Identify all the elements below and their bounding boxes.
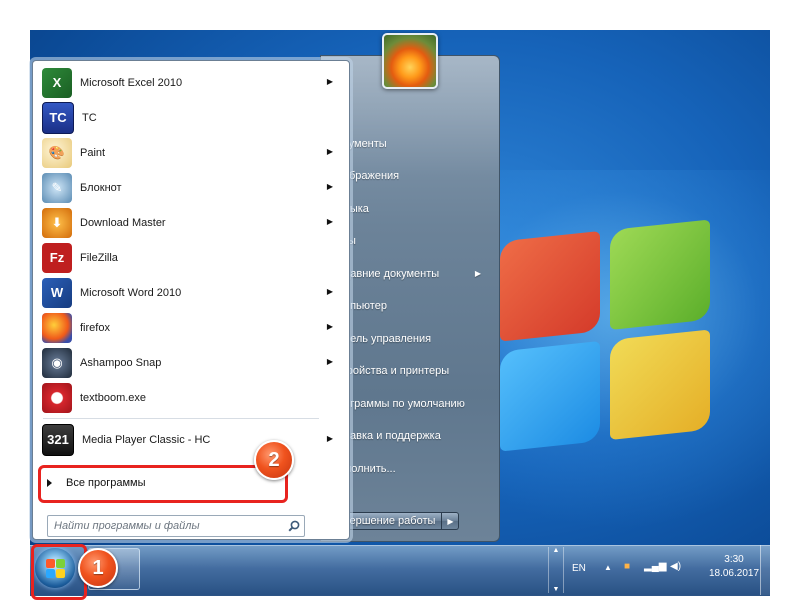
places-item[interactable]: Выполнить... — [330, 453, 495, 486]
user-avatar[interactable] — [382, 33, 438, 89]
total-commander-icon: TC — [42, 101, 74, 134]
excel-icon: X — [42, 67, 72, 98]
search-box[interactable] — [47, 515, 305, 537]
step-badge-1: 1 — [78, 548, 118, 588]
program-list: X Microsoft Excel 2010 ▶ TC TC 🎨 Paint ▶ ✎ Блокно… — [39, 65, 339, 457]
program-item[interactable]: ⬇ Download Master ▶ — [39, 205, 339, 240]
places-item[interactable]: Недавние документы ▶ — [330, 258, 495, 291]
submenu-arrow-icon: ▶ — [326, 147, 333, 156]
step-badge-2: 2 — [254, 440, 294, 480]
program-item[interactable]: 🎨 Paint ▶ — [39, 135, 339, 170]
places-item[interactable]: Панель управления — [330, 323, 495, 356]
submenu-arrow-icon: ▶ — [326, 287, 333, 296]
show-hidden-icons-icon[interactable]: ▲ — [604, 563, 612, 572]
download-master-icon: ⬇ — [42, 207, 72, 238]
places-item[interactable]: ПК — [330, 95, 495, 128]
volume-icon[interactable]: ◀) — [670, 561, 681, 572]
program-item[interactable]: W Microsoft Word 2010 ▶ — [39, 275, 339, 310]
submenu-arrow-icon: ▶ — [326, 217, 333, 226]
program-label: Download Master — [80, 216, 166, 229]
program-label: firefox — [80, 321, 110, 334]
program-list-separator — [43, 418, 319, 419]
program-label: Paint — [80, 146, 106, 159]
clock-date: 18.06.2017 — [708, 568, 760, 579]
search-input[interactable] — [52, 517, 284, 535]
places-item[interactable]: Музыка — [330, 193, 495, 226]
program-label: Microsoft Word 2010 — [80, 286, 182, 299]
clock-time: 3:30 — [724, 554, 744, 565]
submenu-arrow-icon: ▶ — [326, 322, 333, 331]
program-label: Ashampoo Snap — [80, 356, 162, 369]
ashampoo-snap-icon: ◉ — [42, 347, 72, 378]
system-tray: ▲ ▼ EN ▲ ■ ▂▄▆ ◀) 3:30 18.06.2017 — [548, 545, 770, 595]
shutdown-options-button[interactable]: ▶ — [442, 512, 460, 530]
program-item[interactable]: TC TC — [39, 100, 339, 135]
clock[interactable]: 3:30 18.06.2017 — [704, 553, 764, 581]
language-indicator[interactable]: EN — [572, 563, 586, 574]
textboom-icon — [42, 382, 72, 413]
firefox-icon — [42, 312, 72, 343]
submenu-arrow-icon: ▶ — [474, 268, 481, 278]
program-item[interactable]: ✎ Блокнот ▶ — [39, 170, 339, 205]
program-item[interactable]: X Microsoft Excel 2010 ▶ — [39, 65, 339, 100]
program-label: TC — [82, 111, 97, 124]
tray-scroll[interactable]: ▲ ▼ — [548, 547, 564, 593]
program-item[interactable]: firefox ▶ — [39, 310, 339, 345]
program-item[interactable]: textboom.exe — [39, 380, 339, 415]
filezilla-icon: Fz — [42, 242, 72, 273]
windows-wallpaper-logo — [500, 218, 720, 461]
media-player-classic-icon: 321 — [42, 423, 74, 456]
program-label: Блокнот — [80, 181, 122, 194]
chevron-right-icon: ▶ — [447, 516, 454, 526]
submenu-arrow-icon: ▶ — [326, 434, 333, 443]
places-item[interactable]: Игры — [330, 225, 495, 258]
network-signal-icon[interactable]: ▂▄▆ — [644, 561, 666, 572]
places-item[interactable]: Устройства и принтеры — [330, 355, 495, 388]
places-list: ПКДокументыИзображенияМузыкаИгрыНедавние… — [330, 95, 495, 485]
word-icon: W — [42, 277, 72, 308]
program-label: textboom.exe — [80, 391, 147, 404]
places-item[interactable]: Программы по умолчанию — [330, 388, 495, 421]
program-item[interactable]: 321 Media Player Classic - HC ▶ — [39, 422, 339, 457]
show-desktop-button[interactable] — [760, 545, 771, 595]
program-item[interactable]: ◉ Ashampoo Snap ▶ — [39, 345, 339, 380]
submenu-arrow-icon: ▶ — [326, 77, 333, 86]
places-item[interactable]: Документы — [330, 128, 495, 161]
notepad-icon: ✎ — [42, 172, 72, 203]
program-label: Media Player Classic - HC — [82, 433, 211, 446]
places-item[interactable]: Справка и поддержка — [330, 420, 495, 453]
all-programs-highlight — [38, 465, 288, 503]
places-item-label: Программы по умолчанию — [330, 397, 465, 410]
paint-icon: 🎨 — [42, 137, 72, 168]
app-tray-icon[interactable]: ■ — [624, 561, 630, 572]
search-icon[interactable] — [284, 517, 304, 535]
places-item[interactable]: Компьютер — [330, 290, 495, 323]
program-label: Microsoft Excel 2010 — [80, 76, 183, 89]
program-label: FileZilla — [80, 251, 118, 264]
program-item[interactable]: Fz FileZilla — [39, 240, 339, 275]
places-item[interactable]: Изображения — [330, 160, 495, 193]
submenu-arrow-icon: ▶ — [326, 357, 333, 366]
submenu-arrow-icon: ▶ — [326, 182, 333, 191]
